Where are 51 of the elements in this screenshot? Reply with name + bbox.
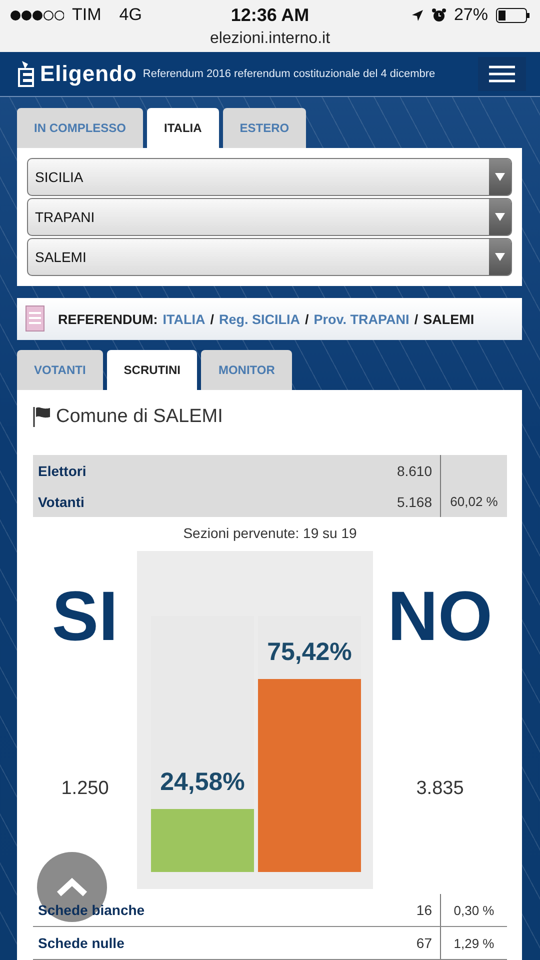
breadcrumb-link[interactable]: Prov. TRAPANI [314, 312, 410, 326]
location-arrow-icon [410, 8, 424, 22]
dropdown-select[interactable]: SALEMI [27, 238, 512, 276]
row-label: Schede nulle [38, 935, 124, 951]
battery-percent: 27% [454, 5, 488, 25]
breadcrumb-link[interactable]: Reg. SICILIA [219, 312, 300, 326]
row-value: 67 [416, 935, 432, 951]
address-bar-url[interactable]: elezioni.interno.it [0, 30, 540, 48]
row-label: Votanti [38, 494, 84, 510]
vote-count: 1.250 [61, 778, 109, 800]
alarm-clock-icon [432, 8, 446, 22]
site-logo[interactable]: Eligendo [40, 61, 137, 87]
ballot-paper-icon [25, 305, 45, 333]
row-percent: 0,30 % [452, 902, 496, 920]
signal-icon [10, 10, 64, 20]
menu-button[interactable] [478, 57, 526, 91]
row-value: 8.610 [396, 462, 432, 478]
vote-count: 3.835 [416, 778, 464, 800]
clock-time: 12:36 AM [230, 4, 310, 26]
caret-icon [495, 173, 505, 181]
result-label: NO [388, 576, 492, 656]
percent-label: 24,58% [159, 768, 246, 798]
row-value: 16 [416, 902, 432, 918]
page-title: Comune di SALEMI [56, 406, 223, 428]
percent-label: 75,42% [266, 638, 353, 667]
breadcrumb-current: SALEMI [423, 312, 474, 326]
header-subtitle: Referendum 2016 referendum costituzionale del 4 dicembre [142, 68, 436, 80]
menu-icon [489, 65, 515, 83]
row-label: Elettori [38, 462, 86, 478]
caret-icon [495, 253, 505, 261]
breadcrumb-separator: / [210, 312, 214, 326]
battery-icon [496, 8, 530, 22]
scope-tab[interactable]: ITALIA [147, 108, 219, 148]
sections-count: Sezioni pervenute: 19 su 19 [182, 525, 358, 541]
network-type: 4G [119, 5, 142, 25]
breadcrumb-separator: / [414, 312, 418, 326]
result-label: SI [52, 576, 118, 656]
dropdown-select[interactable]: TRAPANI [27, 198, 512, 236]
row-percent: 60,02 % [450, 494, 498, 509]
ballot-box-icon [18, 61, 34, 87]
breadcrumb-separator: / [305, 312, 309, 326]
carrier-name: TIM [72, 5, 102, 25]
caret-icon [495, 213, 505, 221]
row-percent: 1,29 % [452, 934, 496, 952]
breadcrumb-label: REFERENDUM: [58, 312, 158, 326]
chevron-up-icon [56, 877, 88, 897]
view-tab[interactable]: SCRUTINI [106, 350, 198, 390]
dropdown-select[interactable]: SICILIA [27, 158, 512, 196]
row-value: 5.168 [396, 494, 432, 510]
breadcrumb-link[interactable]: ITALIA [162, 312, 206, 326]
flag-icon [33, 407, 51, 427]
